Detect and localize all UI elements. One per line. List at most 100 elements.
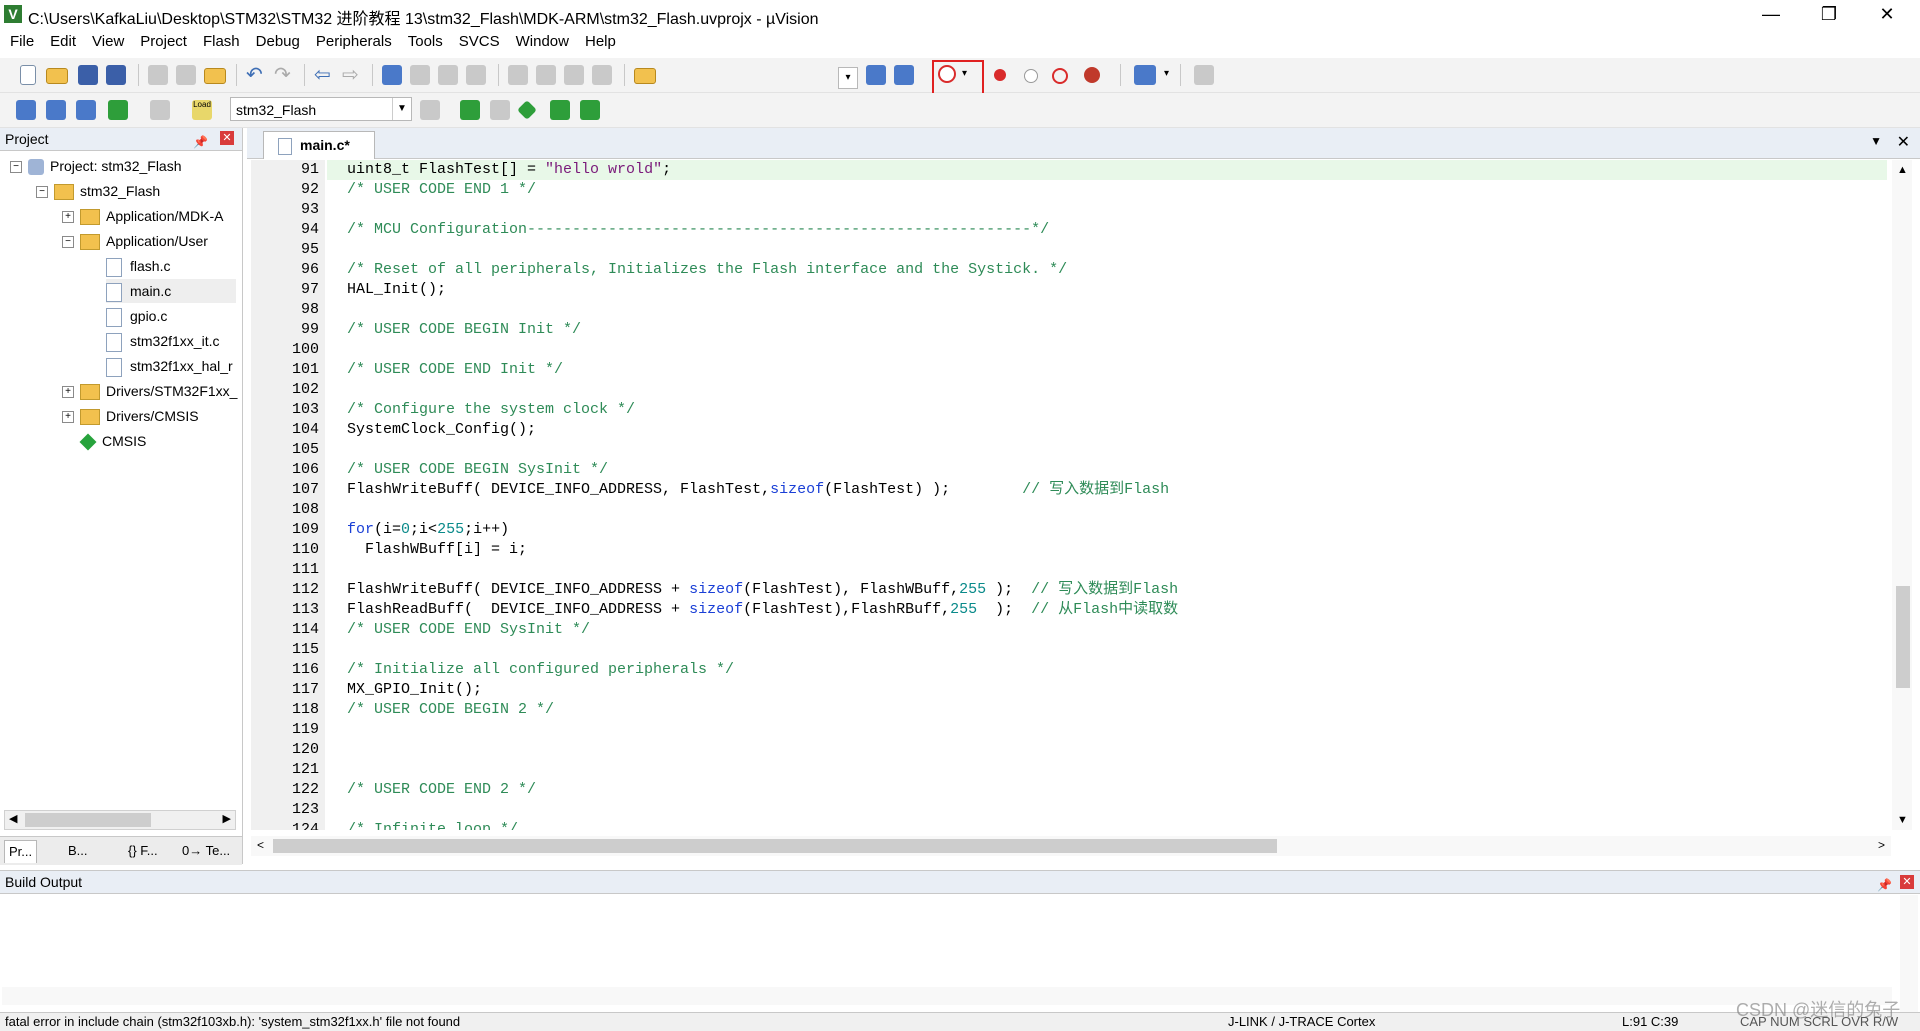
pack-installer-icon[interactable] bbox=[580, 100, 600, 120]
code-line[interactable]: FlashWriteBuff( DEVICE_INFO_ADDRESS, Fla… bbox=[327, 480, 1887, 500]
layout-dropdown-arrow-icon[interactable]: ▾ bbox=[1164, 68, 1169, 79]
tree-item-group-application-mdk[interactable]: + Application/MDK-A bbox=[62, 204, 224, 228]
menu-view[interactable]: View bbox=[84, 31, 132, 50]
collapse-icon[interactable]: − bbox=[10, 161, 22, 174]
close-window-button[interactable]: ✕ bbox=[1858, 0, 1916, 30]
manage-project-items-icon[interactable] bbox=[460, 100, 480, 120]
tree-item-file-it[interactable]: stm32f1xx_it.c bbox=[106, 329, 219, 353]
tree-item-group-drivers-cmsis[interactable]: + Drivers/CMSIS bbox=[62, 404, 199, 428]
uncomment-icon[interactable] bbox=[592, 65, 612, 85]
code-line[interactable] bbox=[327, 340, 1887, 360]
debug-settings-icon[interactable] bbox=[894, 65, 914, 85]
code-line[interactable]: FlashWriteBuff( DEVICE_INFO_ADDRESS + si… bbox=[327, 580, 1887, 600]
tree-item-file-gpio[interactable]: gpio.c bbox=[106, 304, 167, 328]
code-line[interactable]: HAL_Init(); bbox=[327, 280, 1887, 300]
tree-item-project-root[interactable]: − Project: stm32_Flash bbox=[10, 154, 182, 178]
menu-help[interactable]: Help bbox=[577, 31, 624, 50]
code-line[interactable] bbox=[327, 740, 1887, 760]
code-line[interactable] bbox=[327, 440, 1887, 460]
scroll-left-icon[interactable]: < bbox=[257, 838, 264, 852]
code-line[interactable] bbox=[327, 300, 1887, 320]
scroll-up-icon[interactable]: ▲ bbox=[1897, 164, 1908, 176]
tree-item-file-hal[interactable]: stm32f1xx_hal_r bbox=[106, 354, 233, 378]
tree-item-file-main[interactable]: main.c bbox=[106, 279, 236, 303]
code-line[interactable]: MX_GPIO_Init(); bbox=[327, 680, 1887, 700]
tree-item-file-flash[interactable]: flash.c bbox=[106, 254, 170, 278]
window-layout-icon[interactable] bbox=[1134, 65, 1156, 85]
tab-project[interactable]: Pr... bbox=[4, 840, 38, 863]
copy-icon[interactable] bbox=[176, 65, 196, 85]
code-line[interactable]: for(i=0;i<255;i++) bbox=[327, 520, 1887, 540]
scroll-thumb[interactable] bbox=[1896, 586, 1910, 688]
tree-item-group-drivers-stm32[interactable]: + Drivers/STM32F1xx_ bbox=[62, 379, 237, 403]
next-bookmark-icon[interactable] bbox=[438, 65, 458, 85]
tree-item-target[interactable]: − stm32_Flash bbox=[36, 179, 160, 203]
redo-icon[interactable]: ↷ bbox=[274, 62, 291, 87]
code-line[interactable] bbox=[327, 800, 1887, 820]
close-tab-icon[interactable]: ✕ bbox=[1897, 132, 1910, 152]
menu-debug[interactable]: Debug bbox=[248, 31, 308, 50]
configure-icon[interactable] bbox=[1194, 65, 1214, 85]
code-line[interactable] bbox=[327, 560, 1887, 580]
stop-build-icon[interactable] bbox=[150, 100, 170, 120]
menu-flash[interactable]: Flash bbox=[195, 31, 248, 50]
save-all-icon[interactable] bbox=[106, 65, 126, 85]
build-output-horizontal-scrollbar[interactable] bbox=[2, 987, 1892, 1005]
code-line[interactable]: uint8_t FlashTest[] = "hello wrold"; bbox=[327, 160, 1887, 180]
code-line[interactable]: /* MCU Configuration--------------------… bbox=[327, 220, 1887, 240]
expand-icon[interactable]: + bbox=[62, 211, 74, 224]
close-build-output-icon[interactable]: ✕ bbox=[1900, 875, 1914, 889]
find-combo-dropdown[interactable]: ▾ bbox=[838, 67, 858, 89]
expand-icon[interactable]: + bbox=[62, 411, 74, 424]
download-icon[interactable]: Load bbox=[192, 100, 212, 120]
paste-icon[interactable] bbox=[204, 68, 226, 84]
code-line[interactable] bbox=[327, 380, 1887, 400]
code-line[interactable] bbox=[327, 240, 1887, 260]
tab-functions[interactable]: {} F... bbox=[124, 840, 162, 862]
menu-tools[interactable]: Tools bbox=[400, 31, 451, 50]
code-line[interactable] bbox=[327, 200, 1887, 220]
navigate-back-icon[interactable]: ⇦ bbox=[314, 62, 331, 87]
disable-all-breakpoints-icon[interactable] bbox=[1052, 68, 1068, 84]
code-line[interactable]: /* USER CODE END 1 */ bbox=[327, 180, 1887, 200]
navigate-forward-icon[interactable]: ⇨ bbox=[342, 62, 359, 87]
code-line[interactable]: /* Initialize all configured peripherals… bbox=[327, 660, 1887, 680]
code-line[interactable]: /* USER CODE END Init */ bbox=[327, 360, 1887, 380]
find-in-files-icon[interactable] bbox=[634, 68, 656, 84]
code-line[interactable]: FlashWBuff[i] = i; bbox=[327, 540, 1887, 560]
manage-run-time-environment-icon[interactable] bbox=[517, 100, 537, 120]
code-line[interactable]: /* USER CODE END 2 */ bbox=[327, 780, 1887, 800]
code-line[interactable]: /* USER CODE BEGIN SysInit */ bbox=[327, 460, 1887, 480]
code-line[interactable]: /* Configure the system clock */ bbox=[327, 400, 1887, 420]
target-options-icon[interactable] bbox=[420, 100, 440, 120]
build-output-vertical-scrollbar[interactable] bbox=[1900, 895, 1918, 1013]
undo-icon[interactable]: ↶ bbox=[246, 62, 263, 87]
tree-item-group-application-user[interactable]: − Application/User bbox=[62, 229, 208, 253]
code-line[interactable] bbox=[327, 720, 1887, 740]
code-line[interactable] bbox=[327, 500, 1887, 520]
tab-books[interactable]: B... bbox=[64, 840, 92, 862]
code-line[interactable]: /* Infinite loop */ bbox=[327, 820, 1887, 830]
minimize-button[interactable]: — bbox=[1742, 0, 1800, 30]
code-line[interactable]: SystemClock_Config(); bbox=[327, 420, 1887, 440]
menu-edit[interactable]: Edit bbox=[42, 31, 84, 50]
code-line[interactable]: /* Reset of all peripherals, Initializes… bbox=[327, 260, 1887, 280]
unindent-icon[interactable] bbox=[536, 65, 556, 85]
open-folder-icon[interactable] bbox=[46, 68, 68, 84]
tab-templates[interactable]: 0→ Te... bbox=[178, 840, 234, 862]
scroll-thumb[interactable] bbox=[25, 813, 151, 827]
bookmark-icon[interactable] bbox=[382, 65, 402, 85]
collapse-icon[interactable]: − bbox=[62, 236, 74, 249]
manage-multi-project-icon[interactable] bbox=[490, 100, 510, 120]
menu-peripherals[interactable]: Peripherals bbox=[308, 31, 400, 50]
cut-icon[interactable] bbox=[148, 65, 168, 85]
clear-bookmarks-icon[interactable] bbox=[466, 65, 486, 85]
menu-svcs[interactable]: SVCS bbox=[451, 31, 508, 50]
translate-icon[interactable] bbox=[16, 100, 36, 120]
collapse-icon[interactable]: − bbox=[36, 186, 48, 199]
maximize-button[interactable]: ❐ bbox=[1800, 0, 1858, 30]
insert-breakpoint-icon[interactable] bbox=[994, 69, 1006, 81]
enable-breakpoint-icon[interactable] bbox=[1024, 69, 1038, 83]
indent-icon[interactable] bbox=[508, 65, 528, 85]
scroll-thumb[interactable] bbox=[273, 839, 1277, 853]
